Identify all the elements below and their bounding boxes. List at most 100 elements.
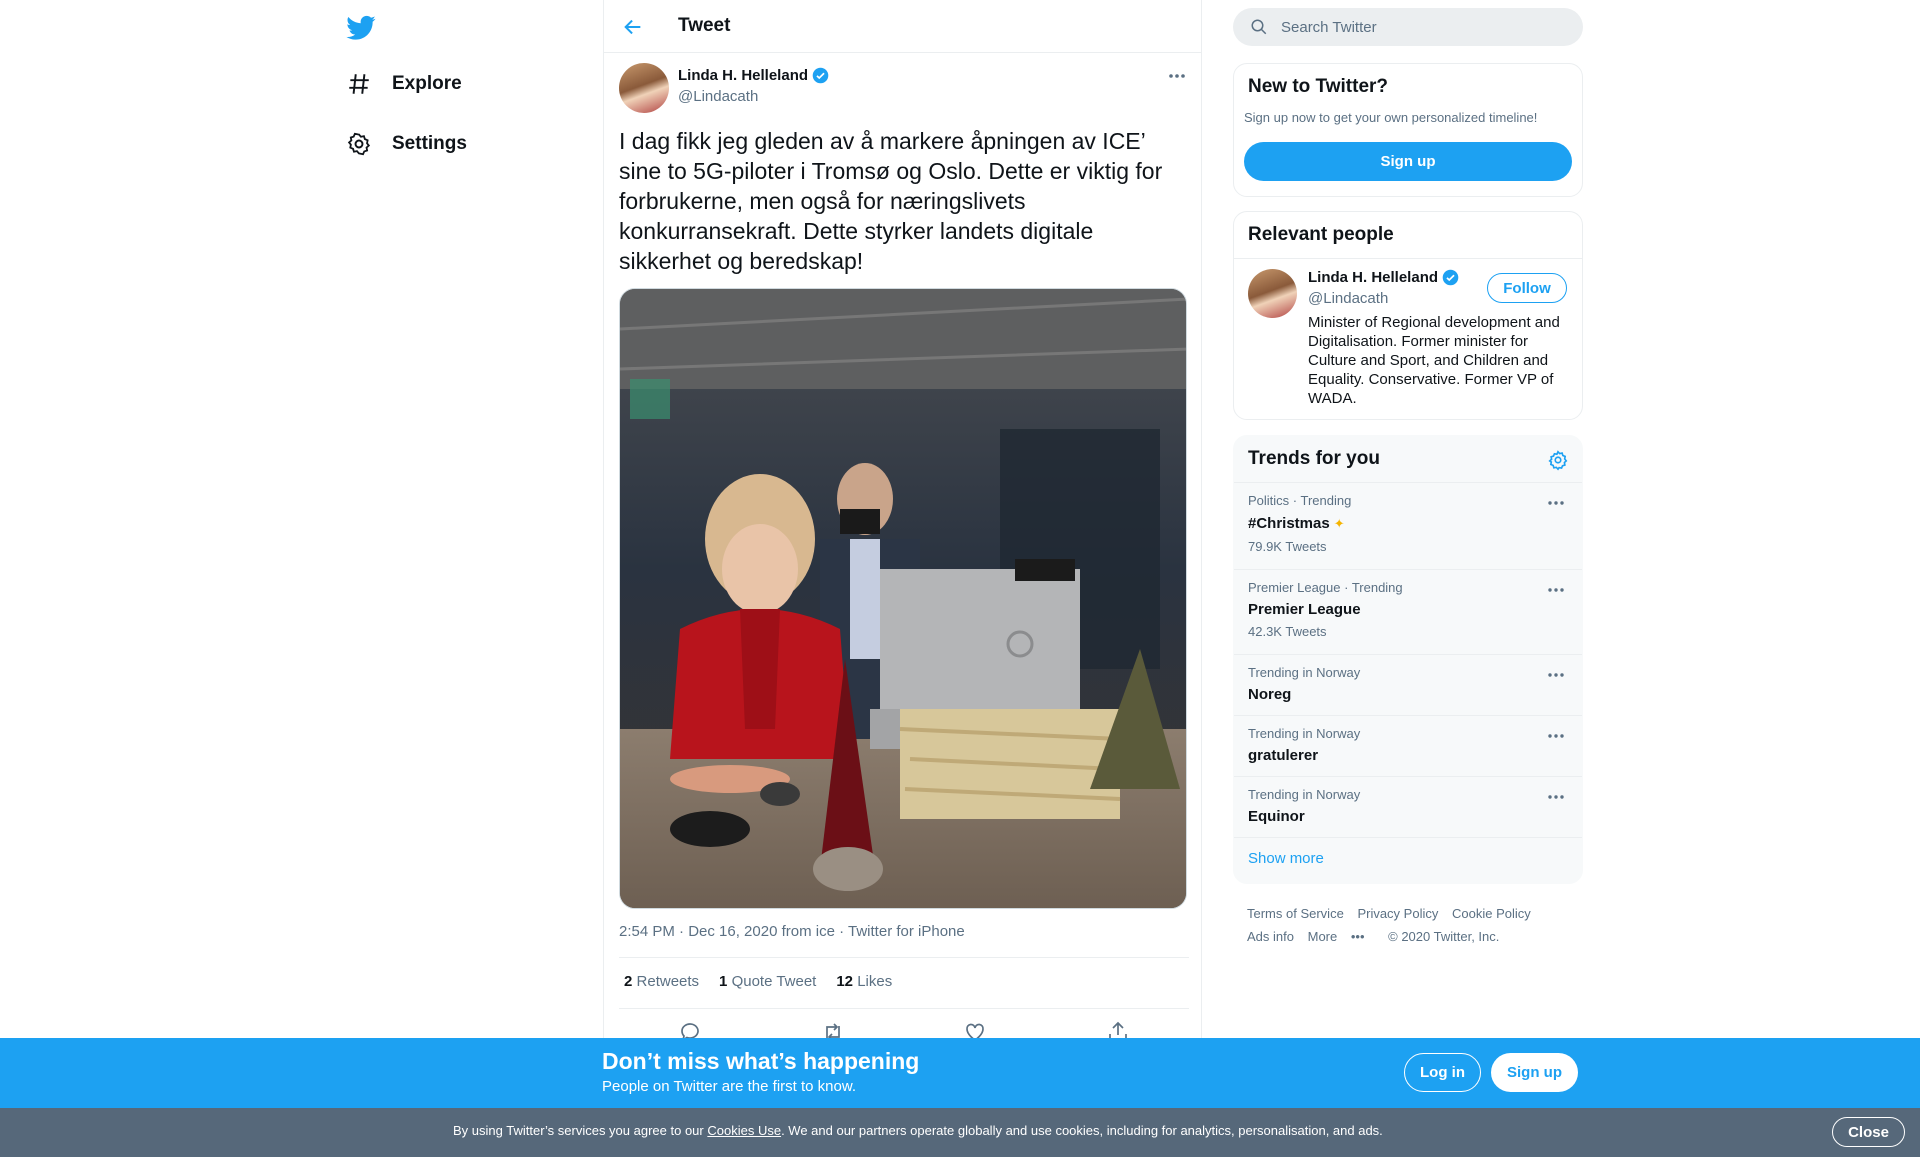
nav-settings[interactable]: Settings <box>346 124 467 164</box>
page-title: Tweet <box>678 15 731 36</box>
footer-more-label: More <box>1307 929 1338 944</box>
trends-title: Trends for you <box>1248 448 1380 469</box>
quotes-count: 1 <box>719 973 728 990</box>
tweet-time[interactable]: 2:54 PM · Dec 16, 2020 from ice <box>619 923 835 940</box>
search-box[interactable] <box>1233 8 1583 46</box>
banner-headline: Don’t miss what’s happening <box>602 1048 920 1074</box>
trend-name: #Christmas ✦ <box>1248 515 1345 532</box>
likes-stat[interactable]: 12 Likes <box>836 973 892 990</box>
trend-name-text: #Christmas <box>1248 515 1330 532</box>
footer-more[interactable]: More ••• <box>1308 929 1375 944</box>
verified-badge-icon <box>812 67 829 84</box>
retweets-count: 2 <box>624 973 633 990</box>
retweets-stat[interactable]: 2 Retweets <box>624 973 699 990</box>
banner-sign-up-button[interactable]: Sign up <box>1491 1053 1578 1092</box>
trend-item[interactable]: Politics · Trending #Christmas ✦ 79.9K T… <box>1234 482 1582 569</box>
meta-dot: · <box>839 923 849 940</box>
log-in-button[interactable]: Log in <box>1404 1053 1481 1092</box>
more-options-icon[interactable] <box>1547 792 1565 802</box>
retweets-label: Retweets <box>636 973 700 990</box>
divider <box>1234 837 1582 838</box>
tweet-meta: 2:54 PM · Dec 16, 2020 from ice · Twitte… <box>619 923 965 940</box>
quotes-label: Quote Tweet <box>731 973 817 990</box>
footer-links: Terms of Service Privacy Policy Cookie P… <box>1247 902 1577 948</box>
tweet-column: Tweet Linda H. Helleland @Lindacath I da… <box>603 0 1202 1157</box>
tweet-source[interactable]: Twitter for iPhone <box>848 923 965 940</box>
cookies-use-link[interactable]: Cookies Use <box>707 1123 781 1138</box>
quotes-stat[interactable]: 1 Quote Tweet <box>719 973 816 990</box>
trend-name: Premier League <box>1248 601 1361 618</box>
more-options-icon[interactable] <box>1167 68 1187 84</box>
author-name-text: Linda H. Helleland <box>678 67 809 84</box>
sparkle-icon: ✦ <box>1333 515 1345 531</box>
trend-item[interactable]: Trending in Norway gratulerer <box>1234 715 1582 776</box>
relevant-handle[interactable]: @Lindacath <box>1308 290 1388 307</box>
cookie-prefix: By using Twitter’s services you agree to… <box>453 1123 708 1138</box>
arrow-left-icon[interactable] <box>622 16 644 38</box>
trend-count: 42.3K Tweets <box>1248 624 1327 639</box>
trend-context: Premier League · Trending <box>1248 580 1403 595</box>
more-options-icon[interactable] <box>1547 498 1565 508</box>
new-to-twitter-card: New to Twitter? Sign up now to get your … <box>1233 63 1583 197</box>
relevant-name[interactable]: Linda H. Helleland <box>1308 269 1459 286</box>
author-avatar[interactable] <box>619 63 669 113</box>
gear-icon[interactable] <box>1547 449 1569 471</box>
tweet-photo[interactable] <box>619 288 1187 909</box>
likes-count: 12 <box>836 973 854 990</box>
search-input[interactable] <box>1281 8 1571 46</box>
divider <box>1234 258 1582 259</box>
tweet-stats: 2 Retweets 1 Quote Tweet 12 Likes <box>624 973 892 990</box>
trends-card: Trends for you Politics · Trending #Chri… <box>1233 435 1583 884</box>
relevant-bio: Minister of Regional development and Dig… <box>1308 314 1560 407</box>
signup-banner: Don’t miss what’s happening People on Tw… <box>0 1038 1920 1108</box>
footer-ads-info[interactable]: Ads info <box>1247 929 1294 944</box>
twitter-bird-icon[interactable] <box>346 13 378 45</box>
more-options-icon[interactable] <box>1547 731 1565 741</box>
cookie-bar: By using Twitter’s services you agree to… <box>0 1108 1920 1157</box>
trend-context: Politics · Trending <box>1248 493 1352 508</box>
trend-count: 79.9K Tweets <box>1248 539 1327 554</box>
trend-name: Equinor <box>1248 808 1305 825</box>
trend-item[interactable]: Trending in Norway Equinor <box>1234 776 1582 837</box>
trend-item[interactable]: Premier League · Trending Premier League… <box>1234 569 1582 654</box>
footer-terms[interactable]: Terms of Service <box>1247 906 1344 921</box>
tweet-text: I dag fikk jeg gleden av å markere åpnin… <box>619 128 1163 274</box>
author-name[interactable]: Linda H. Helleland <box>678 67 829 84</box>
sign-up-button[interactable]: Sign up <box>1244 142 1572 181</box>
trend-item[interactable]: Trending in Norway Noreg <box>1234 654 1582 715</box>
new-to-twitter-subtitle: Sign up now to get your own personalized… <box>1244 110 1538 125</box>
divider <box>619 1008 1189 1009</box>
likes-label: Likes <box>857 973 893 990</box>
search-icon <box>1250 18 1268 36</box>
new-to-twitter-title: New to Twitter? <box>1248 76 1389 97</box>
more-options-icon[interactable] <box>1547 670 1565 680</box>
author-handle[interactable]: @Lindacath <box>678 88 758 105</box>
trend-name: Noreg <box>1248 686 1292 703</box>
trend-context: Trending in Norway <box>1248 726 1361 741</box>
nav-settings-label: Settings <box>392 133 467 154</box>
trend-name: gratulerer <box>1248 747 1319 764</box>
tweet-header: Tweet <box>604 0 1201 53</box>
footer-privacy[interactable]: Privacy Policy <box>1357 906 1438 921</box>
verified-badge-icon <box>1442 269 1459 286</box>
footer-copyright: © 2020 Twitter, Inc. <box>1388 929 1500 944</box>
nav-explore[interactable]: Explore <box>346 64 462 104</box>
close-button[interactable]: Close <box>1832 1117 1905 1147</box>
follow-button[interactable]: Follow <box>1487 273 1567 303</box>
gear-icon <box>346 131 372 157</box>
more-dots-icon: ••• <box>1350 929 1365 944</box>
footer-cookie[interactable]: Cookie Policy <box>1452 906 1531 921</box>
more-options-icon[interactable] <box>1547 585 1565 595</box>
divider <box>619 957 1189 958</box>
cookie-text: By using Twitter’s services you agree to… <box>453 1123 1383 1138</box>
trend-context: Trending in Norway <box>1248 787 1361 802</box>
relevant-people-card: Relevant people Linda H. Helleland @Lind… <box>1233 211 1583 420</box>
trend-context: Trending in Norway <box>1248 665 1361 680</box>
relevant-name-text: Linda H. Helleland <box>1308 269 1439 286</box>
banner-subline: People on Twitter are the first to know. <box>602 1078 857 1095</box>
relevant-avatar[interactable] <box>1248 269 1297 318</box>
show-more-link[interactable]: Show more <box>1248 850 1324 867</box>
relevant-people-title: Relevant people <box>1248 224 1394 245</box>
nav-explore-label: Explore <box>392 73 462 94</box>
cookie-suffix: . We and our partners operate globally a… <box>781 1123 1383 1138</box>
